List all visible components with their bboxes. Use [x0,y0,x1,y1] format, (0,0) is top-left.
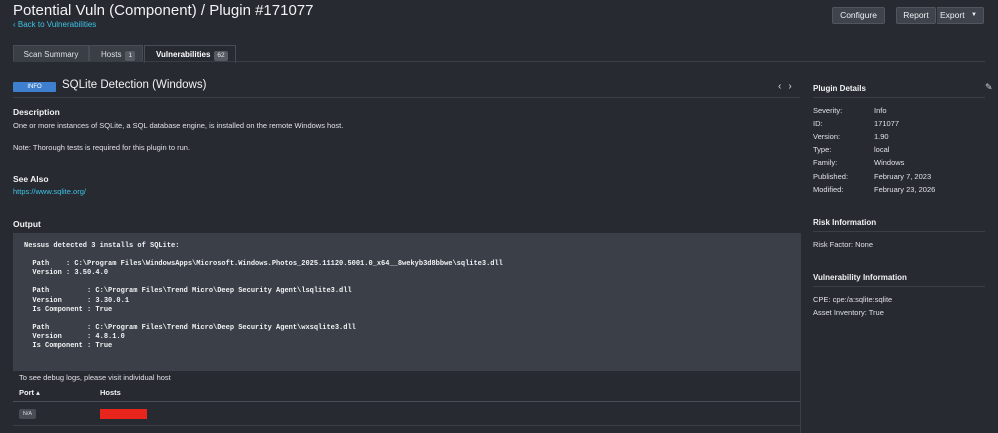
tab-divider [13,61,985,62]
detail-value: 171077 [874,119,900,128]
detail-value: local [874,145,890,154]
plugin-name: SQLite Detection (Windows) [62,79,207,91]
detail-label: Published: [813,172,849,181]
see-also-link[interactable]: https://www.sqlite.org/ [13,187,86,196]
tab-scan-summary[interactable]: Scan Summary [13,45,89,62]
detail-value: Windows [874,158,905,167]
see-also-heading: See Also [13,174,49,184]
previous-plugin-icon[interactable]: ‹ [778,81,788,92]
divider [813,97,985,98]
hosts-column-header[interactable]: Hosts [100,388,121,397]
detail-label: ID: [813,119,823,128]
plugin-pager: ‹› [778,81,799,92]
detail-value: February 23, 2026 [874,185,936,194]
tab-label: Scan Summary [23,50,79,59]
redacted-host[interactable] [100,409,147,419]
count-badge: 1 [125,51,136,61]
divider [813,286,985,287]
divider [13,97,800,98]
debug-logs-text: To see debug logs, please visit individu… [19,373,171,382]
detail-label: Family: [813,158,838,167]
tab-hosts[interactable]: Hosts 1 [89,45,143,62]
description-note: Note: Thorough tests is required for thi… [13,143,191,152]
plugin-details-heading: Plugin Details [813,84,866,93]
back-to-vulnerabilities-link[interactable]: ‹ Back to Vulnerabilities [13,20,96,29]
risk-factor: Risk Factor: None [813,240,874,249]
next-plugin-icon[interactable]: › [788,81,798,92]
hosts-table-header [13,384,800,402]
export-button[interactable]: Export ▼ [936,7,984,24]
edit-icon[interactable]: ✎ [985,82,993,93]
detail-label: Type: [813,145,832,154]
detail-label: Version: [813,132,841,141]
report-button[interactable]: Report [896,7,936,24]
chevron-down-icon: ▼ [971,12,977,18]
detail-value: Info [874,106,887,115]
severity-badge: INFO [13,82,56,92]
detail-value: February 7, 2023 [874,172,932,181]
asset-inventory-value: Asset Inventory: True [813,308,884,317]
page-title: Potential Vuln (Component) / Plugin #171… [13,2,314,19]
export-label: Export [940,10,965,20]
description-text: One or more instances of SQLite, a SQL d… [13,121,344,130]
tab-label: Hosts [101,50,122,59]
port-column-header[interactable]: Port ▴ [19,388,40,397]
content-border [800,233,801,433]
plugin-output: Nessus detected 3 installs of SQLite: Pa… [24,242,503,351]
detail-label: Modified: [813,185,844,194]
description-heading: Description [13,107,60,117]
cpe-value: CPE: cpe:/a:sqlite:sqlite [813,295,893,304]
risk-information-heading: Risk Information [813,218,877,227]
output-heading: Output [13,219,41,229]
divider [813,231,985,232]
port-badge: N/A [19,409,36,419]
tab-label: Vulnerabilities [156,50,211,59]
configure-button[interactable]: Configure [832,7,885,24]
vulnerability-information-heading: Vulnerability Information [813,273,907,282]
detail-value: 1.90 [874,132,889,141]
count-badge: 62 [214,51,228,61]
detail-label: Severity: [813,106,843,115]
button-divider [936,7,937,24]
